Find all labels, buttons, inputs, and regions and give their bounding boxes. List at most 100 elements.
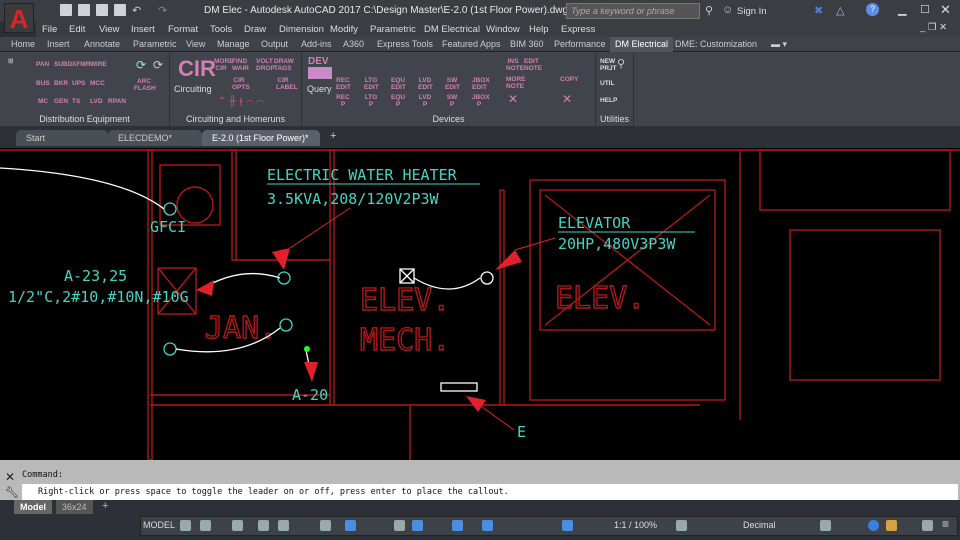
ins-note-button[interactable]: INS NOTE bbox=[506, 58, 524, 72]
tab-parametric[interactable]: Parametric bbox=[133, 39, 177, 49]
redo-icon[interactable]: ↷ bbox=[158, 4, 170, 17]
model-space-toggle[interactable]: MODEL bbox=[143, 520, 175, 530]
menu-parametric[interactable]: Parametric bbox=[370, 24, 416, 35]
cir-label-button[interactable]: CIR LABEL bbox=[276, 77, 298, 91]
menu-format[interactable]: Format bbox=[168, 24, 198, 35]
ts-button[interactable]: TS bbox=[72, 98, 80, 105]
doc-tab-elecdemo[interactable]: ELECDEMO* bbox=[108, 130, 202, 146]
wire-button[interactable]: WIRE bbox=[90, 61, 107, 68]
xfmr-button[interactable]: XFMR bbox=[72, 61, 90, 68]
edit-note-button[interactable]: EDIT NOTE bbox=[524, 58, 542, 72]
tab-manage[interactable]: Manage bbox=[217, 39, 250, 49]
exchange-icon[interactable]: ✖ bbox=[814, 4, 823, 17]
save-as-icon[interactable] bbox=[114, 4, 126, 16]
cir-opts-button[interactable]: CIR OPTS bbox=[232, 77, 250, 91]
tab-add-ins[interactable]: Add-ins bbox=[301, 39, 332, 49]
dynamic-ucs-icon[interactable] bbox=[482, 520, 493, 531]
tab-annotate[interactable]: Annotate bbox=[84, 39, 120, 49]
hardware-acceleration-icon[interactable] bbox=[886, 520, 897, 531]
bus-button[interactable]: BUS bbox=[36, 80, 50, 87]
ribbon-options-toggle[interactable]: ▬ ▾ bbox=[771, 39, 787, 50]
menu-dm-electrical[interactable]: DM Electrical bbox=[424, 24, 480, 35]
tab-performance[interactable]: Performance bbox=[554, 39, 606, 49]
menu-insert[interactable]: Insert bbox=[131, 24, 155, 35]
transparency-icon[interactable] bbox=[412, 520, 423, 531]
tab-featured-apps[interactable]: Featured Apps bbox=[442, 39, 501, 49]
polar-icon[interactable] bbox=[278, 520, 289, 531]
dev-query-button[interactable] bbox=[308, 67, 332, 79]
new-icon[interactable] bbox=[60, 4, 72, 16]
equ-edit-button[interactable]: EQU EDIT bbox=[391, 77, 406, 91]
mc-button[interactable]: MC bbox=[38, 98, 48, 105]
menu-view[interactable]: View bbox=[99, 24, 119, 35]
more-cir-button[interactable]: MORE CIR bbox=[214, 58, 234, 72]
arc-flash-button[interactable]: ARC FLASH bbox=[134, 78, 156, 92]
close-button[interactable]: ✕ bbox=[940, 2, 951, 18]
isolate-objects-icon[interactable] bbox=[868, 520, 879, 531]
a360-icon[interactable]: △ bbox=[836, 4, 844, 17]
add-layout-button[interactable]: + bbox=[102, 500, 108, 512]
doc-window-controls[interactable]: _ ❐ ✕ bbox=[920, 22, 947, 33]
doc-tab-e2-power[interactable]: E-2.0 (1st Floor Power)* bbox=[202, 130, 320, 146]
menu-draw[interactable]: Draw bbox=[244, 24, 266, 35]
cir-button[interactable]: CIR bbox=[178, 56, 216, 82]
infer-constraints-icon[interactable] bbox=[232, 520, 243, 531]
tab-view[interactable]: View bbox=[186, 39, 205, 49]
rec-p-button[interactable]: REC P bbox=[336, 94, 350, 108]
util-dropdown[interactable]: UTIL bbox=[600, 80, 614, 87]
snap-icon[interactable] bbox=[200, 520, 211, 531]
osnap-icon[interactable] bbox=[320, 520, 331, 531]
help-icon[interactable]: ? bbox=[866, 3, 879, 16]
new-prjt-button[interactable]: NEW PRJT bbox=[600, 58, 617, 72]
more-note-button[interactable]: MORE NOTE bbox=[506, 76, 526, 90]
close-command-icon[interactable]: ✕ bbox=[5, 470, 15, 484]
bkr-button[interactable]: BKR bbox=[54, 80, 68, 87]
help-dropdown[interactable]: HELP bbox=[600, 97, 617, 104]
delete-copy-icon[interactable]: ✕ bbox=[562, 92, 572, 106]
tab-dme-customization[interactable]: DME: Customization bbox=[675, 39, 757, 49]
clean-screen-icon[interactable] bbox=[922, 520, 933, 531]
sw-edit-button[interactable]: SW EDIT bbox=[445, 77, 460, 91]
homerun-icons[interactable]: ⌃ ╫ ⫳ ⌒ ⌒ bbox=[218, 96, 264, 107]
ltg-p-button[interactable]: LTG P bbox=[364, 94, 378, 108]
copy-button[interactable]: COPY bbox=[560, 76, 578, 83]
ortho-icon[interactable] bbox=[258, 520, 269, 531]
rpan-button[interactable]: RPAN bbox=[108, 98, 126, 105]
maximize-button[interactable]: ☐ bbox=[920, 3, 930, 16]
annotation-visibility-icon[interactable] bbox=[562, 520, 573, 531]
application-menu-button[interactable]: A bbox=[4, 3, 34, 34]
menu-file[interactable]: File bbox=[42, 24, 57, 35]
menu-dimension[interactable]: Dimension bbox=[279, 24, 324, 35]
layout-tab-36x24[interactable]: 36x24 bbox=[56, 500, 93, 514]
customize-wrench-icon[interactable]: 🔧︎ bbox=[5, 486, 19, 499]
lineweight-icon[interactable] bbox=[394, 520, 405, 531]
magnifier-icon[interactable]: ⚲ bbox=[617, 57, 625, 70]
delete-icon[interactable]: ✕ bbox=[508, 92, 518, 106]
open-icon[interactable] bbox=[78, 4, 90, 16]
refresh-icon[interactable]: ⟳ bbox=[136, 58, 146, 72]
pan-button[interactable]: PAN bbox=[36, 61, 49, 68]
subd-button[interactable]: SUBD bbox=[54, 61, 72, 68]
menu-express[interactable]: Express bbox=[561, 24, 595, 35]
menu-tools[interactable]: Tools bbox=[210, 24, 232, 35]
sw-p-button[interactable]: SW P bbox=[445, 94, 459, 108]
tab-dm-electrical[interactable]: DM Electrical bbox=[610, 37, 674, 52]
jbox-p-button[interactable]: JBOX P bbox=[472, 94, 490, 108]
binoculars-icon[interactable]: ⚲ bbox=[705, 4, 713, 17]
drawing-canvas[interactable]: ELEV. MECH. ELEV. JAN. ELECTRIC WATER HE… bbox=[0, 148, 960, 460]
tab-home[interactable]: Home bbox=[11, 39, 35, 49]
ups-button[interactable]: UPS bbox=[72, 80, 85, 87]
mcc-button[interactable]: MCC bbox=[90, 80, 105, 87]
customization-menu-icon[interactable]: ≡ bbox=[942, 517, 949, 531]
menu-edit[interactable]: Edit bbox=[69, 24, 85, 35]
rec-edit-button[interactable]: REC EDIT bbox=[336, 77, 351, 91]
gen-button[interactable]: GEN bbox=[54, 98, 68, 105]
annotation-scale[interactable]: 1:1 / 100% bbox=[614, 520, 657, 530]
grid-icon[interactable] bbox=[180, 520, 191, 531]
lvd-button[interactable]: LVD bbox=[90, 98, 103, 105]
tab-output[interactable]: Output bbox=[261, 39, 288, 49]
layout-tab-model[interactable]: Model bbox=[14, 500, 52, 514]
jbox-edit-button[interactable]: JBOX EDIT bbox=[472, 77, 490, 91]
new-tab-button[interactable]: + bbox=[330, 130, 336, 142]
quick-properties-icon[interactable] bbox=[820, 520, 831, 531]
